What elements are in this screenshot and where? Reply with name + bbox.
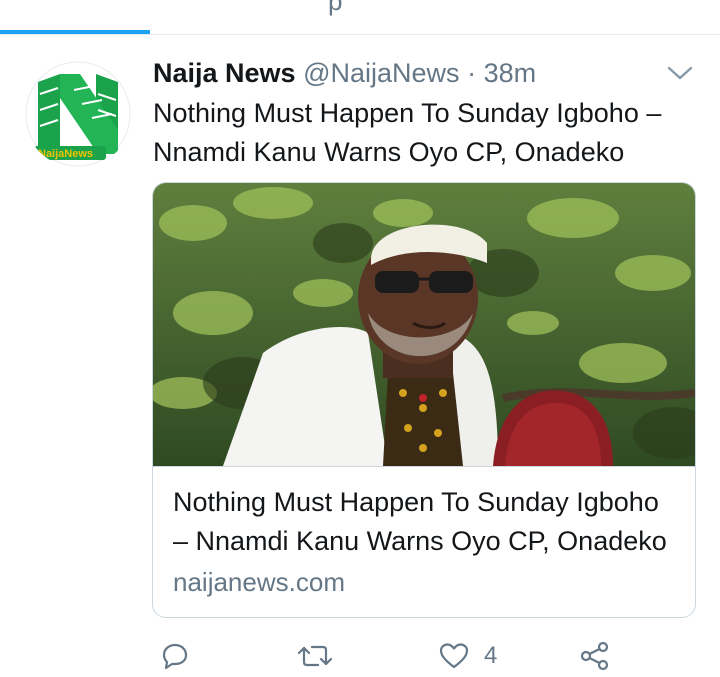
chevron-down-icon[interactable] — [666, 62, 694, 84]
tweet-text: Nothing Must Happen To Sunday Igboho – N… — [153, 98, 662, 167]
tweet-actions: 4 — [0, 636, 720, 676]
retweet-button[interactable] — [296, 636, 334, 676]
card-image[interactable] — [153, 183, 695, 466]
retweet-icon — [296, 640, 334, 672]
heart-icon — [438, 640, 470, 672]
share-button[interactable] — [578, 636, 612, 676]
share-icon — [578, 640, 612, 672]
card-title[interactable]: Nothing Must Happen To Sunday Igboho – N… — [173, 483, 678, 561]
avatar[interactable]: NaijaNews — [24, 60, 132, 168]
tweet[interactable]: NaijaNews Naija News @NaijaNews · 38m No… — [0, 36, 720, 677]
author-name[interactable]: Naija News — [153, 58, 296, 88]
card-divider — [153, 466, 695, 467]
reply-icon — [158, 640, 190, 672]
tab-divider — [0, 34, 720, 35]
reply-button[interactable] — [158, 636, 190, 676]
header-separator: · — [467, 58, 477, 88]
like-button[interactable]: 4 — [438, 636, 497, 676]
tab-label-partial[interactable]: p — [328, 0, 342, 17]
like-count: 4 — [484, 642, 498, 669]
card-domain[interactable]: naijanews.com — [173, 565, 345, 599]
link-card[interactable]: Nothing Must Happen To Sunday Igboho – N… — [152, 182, 696, 618]
author-handle[interactable]: @NaijaNews — [303, 58, 459, 88]
top-tab-bar: p — [0, 0, 720, 34]
tweet-timestamp[interactable]: 38m — [484, 58, 537, 88]
tweet-header: Naija News @NaijaNews · 38m — [153, 56, 653, 92]
avatar-logo-text: NaijaNews — [38, 148, 93, 160]
